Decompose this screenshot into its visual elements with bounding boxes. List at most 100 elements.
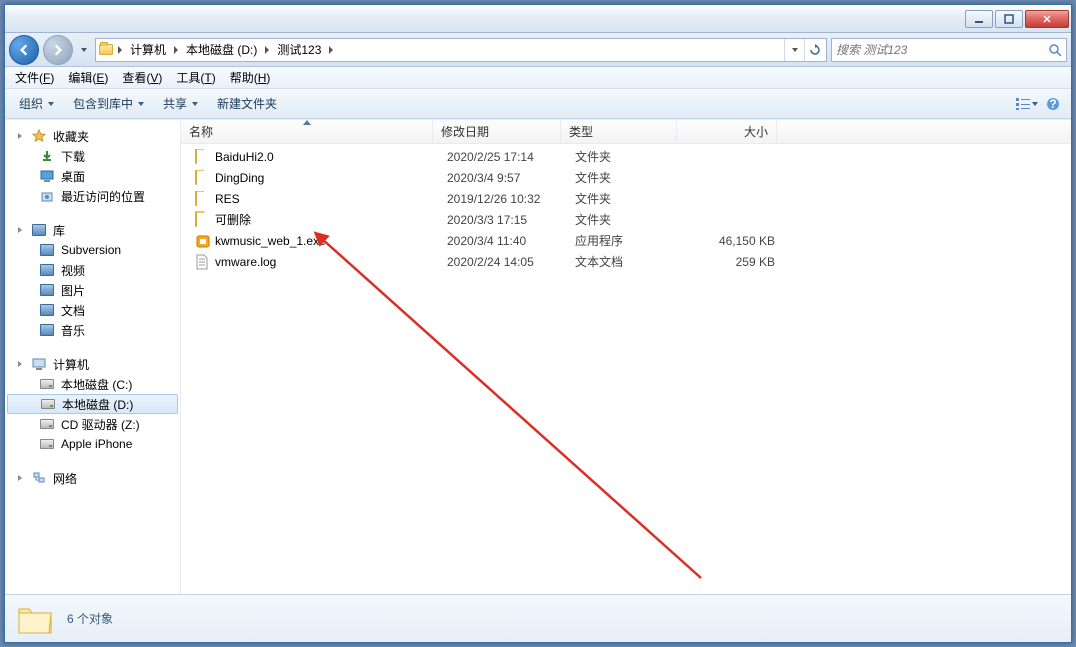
chevron-right-icon[interactable]: [15, 225, 25, 235]
new-folder-button[interactable]: 新建文件夹: [209, 91, 285, 116]
minimize-button[interactable]: [965, 10, 993, 28]
sidebar-item[interactable]: Apple iPhone: [5, 434, 180, 454]
file-date: 2019/12/26 10:32: [439, 192, 567, 206]
item-icon: [39, 302, 55, 318]
item-icon: [39, 436, 55, 452]
sidebar-item[interactable]: 文档: [5, 300, 180, 320]
chevron-right-icon[interactable]: [15, 473, 25, 483]
include-in-library-button[interactable]: 包含到库中: [65, 91, 153, 116]
breadcrumb-separator[interactable]: [261, 46, 273, 54]
address-bar[interactable]: 计算机 本地磁盘 (D:) 测试123: [95, 38, 827, 62]
menu-bar: 文件(F)编辑(E)查看(V)工具(T)帮助(H): [5, 67, 1071, 89]
sidebar-item[interactable]: 视频: [5, 260, 180, 280]
menu-e[interactable]: 编辑(E): [62, 67, 114, 88]
column-date[interactable]: 修改日期: [433, 120, 561, 143]
column-headers: 名称 修改日期 类型 大小: [181, 120, 1071, 144]
share-button[interactable]: 共享: [155, 91, 207, 116]
file-name: kwmusic_web_1.exe: [215, 234, 326, 248]
sidebar-favorites-header[interactable]: 收藏夹: [5, 126, 180, 146]
sidebar-computer-header[interactable]: 计算机: [5, 354, 180, 374]
organize-button[interactable]: 组织: [11, 91, 63, 116]
command-bar: 组织 包含到库中 共享 新建文件夹 ?: [5, 89, 1071, 119]
file-date: 2020/2/25 17:14: [439, 150, 567, 164]
breadcrumb-separator[interactable]: [170, 46, 182, 54]
titlebar[interactable]: [5, 5, 1071, 33]
file-date: 2020/3/4 9:57: [439, 171, 567, 185]
file-row[interactable]: RES 2019/12/26 10:32文件夹: [181, 188, 1071, 209]
item-icon: [39, 168, 55, 184]
item-icon: [39, 416, 55, 432]
menu-f[interactable]: 文件(F): [9, 67, 60, 88]
back-button[interactable]: [9, 35, 39, 65]
column-size[interactable]: 大小: [677, 120, 777, 143]
file-size: 46,150 KB: [683, 234, 783, 248]
item-icon: [39, 188, 55, 204]
maximize-button[interactable]: [995, 10, 1023, 28]
chevron-right-icon[interactable]: [15, 131, 25, 141]
sidebar-item[interactable]: 桌面: [5, 166, 180, 186]
breadcrumb-computer[interactable]: 计算机: [126, 39, 170, 61]
file-type: 文本文档: [567, 253, 683, 270]
column-type[interactable]: 类型: [561, 120, 677, 143]
search-box[interactable]: [831, 38, 1067, 62]
breadcrumb-folder[interactable]: 测试123: [273, 39, 325, 61]
sidebar-libraries-label: 库: [53, 222, 65, 239]
sidebar-item[interactable]: 最近访问的位置: [5, 186, 180, 206]
help-button[interactable]: ?: [1041, 92, 1065, 116]
sidebar-item-label: 本地磁盘 (C:): [61, 376, 132, 393]
file-row[interactable]: BaiduHi2.02020/2/25 17:14文件夹: [181, 146, 1071, 167]
file-type: 文件夹: [567, 190, 683, 207]
item-icon: [39, 376, 55, 392]
search-icon: [1048, 43, 1062, 57]
sidebar-item-label: CD 驱动器 (Z:): [61, 416, 140, 433]
breadcrumb-separator[interactable]: [114, 46, 126, 54]
sidebar-item[interactable]: 本地磁盘 (C:): [5, 374, 180, 394]
chevron-right-icon[interactable]: [15, 359, 25, 369]
file-list-pane: 名称 修改日期 类型 大小 BaiduHi2.0 2020/2/25 17:14 文…: [181, 120, 1071, 594]
file-type: 文件夹: [567, 211, 683, 228]
search-input[interactable]: [836, 43, 1044, 57]
sidebar-libraries-header[interactable]: 库: [5, 220, 180, 240]
navigation-bar: 计算机 本地磁盘 (D:) 测试123: [5, 33, 1071, 67]
refresh-button[interactable]: [804, 39, 824, 61]
file-row[interactable]: vmware.log2020/2/24 14:05文本文档259 KB: [181, 251, 1071, 272]
details-pane: 6 个对象: [5, 594, 1071, 642]
sidebar-item[interactable]: 下载: [5, 146, 180, 166]
file-list[interactable]: BaiduHi2.0 2020/2/25 17:14 文件夹 DingDing2020…: [181, 144, 1071, 594]
navigation-pane[interactable]: 收藏夹 下载桌面最近访问的位置 库 Subversion视频图片文档音乐 计算机: [5, 120, 181, 594]
sidebar-item[interactable]: Subversion: [5, 240, 180, 260]
address-dropdown-button[interactable]: [784, 39, 804, 61]
sidebar-item[interactable]: 本地磁盘 (D:): [7, 394, 178, 414]
view-options-button[interactable]: [1015, 92, 1039, 116]
item-icon: [39, 322, 55, 338]
breadcrumb-drive[interactable]: 本地磁盘 (D:): [182, 39, 261, 61]
folder-icon: [98, 42, 114, 58]
item-icon: [40, 396, 56, 412]
file-date: 2020/3/4 11:40: [439, 234, 567, 248]
sidebar-item[interactable]: 图片: [5, 280, 180, 300]
sidebar-item-label: 本地磁盘 (D:): [62, 396, 133, 413]
recent-locations-dropdown[interactable]: [77, 39, 91, 61]
sidebar-network-header[interactable]: 网络: [5, 468, 180, 488]
column-name[interactable]: 名称: [181, 120, 433, 143]
forward-button[interactable]: [43, 35, 73, 65]
file-row[interactable]: kwmusic_web_1.exe2020/3/4 11:40应用程序46,15…: [181, 230, 1071, 251]
sidebar-network-label: 网络: [53, 470, 77, 487]
file-icon: [195, 233, 211, 249]
menu-t[interactable]: 工具(T): [170, 67, 221, 88]
status-text: 6 个对象: [67, 610, 113, 627]
item-icon: [39, 262, 55, 278]
menu-h[interactable]: 帮助(H): [224, 67, 277, 88]
breadcrumb-separator[interactable]: [325, 46, 337, 54]
sidebar-item-label: 最近访问的位置: [61, 188, 145, 205]
close-button[interactable]: [1025, 10, 1069, 28]
file-row[interactable]: DingDing2020/3/4 9:57文件夹: [181, 167, 1071, 188]
file-name: RES: [215, 192, 240, 206]
sidebar-item[interactable]: CD 驱动器 (Z:): [5, 414, 180, 434]
file-row[interactable]: 可删除2020/3/3 17:15文件夹: [181, 209, 1071, 230]
sidebar-item[interactable]: 音乐: [5, 320, 180, 340]
network-icon: [31, 470, 47, 486]
file-name: BaiduHi2.0: [215, 150, 274, 164]
file-size: 259 KB: [683, 255, 783, 269]
menu-v[interactable]: 查看(V): [116, 67, 168, 88]
